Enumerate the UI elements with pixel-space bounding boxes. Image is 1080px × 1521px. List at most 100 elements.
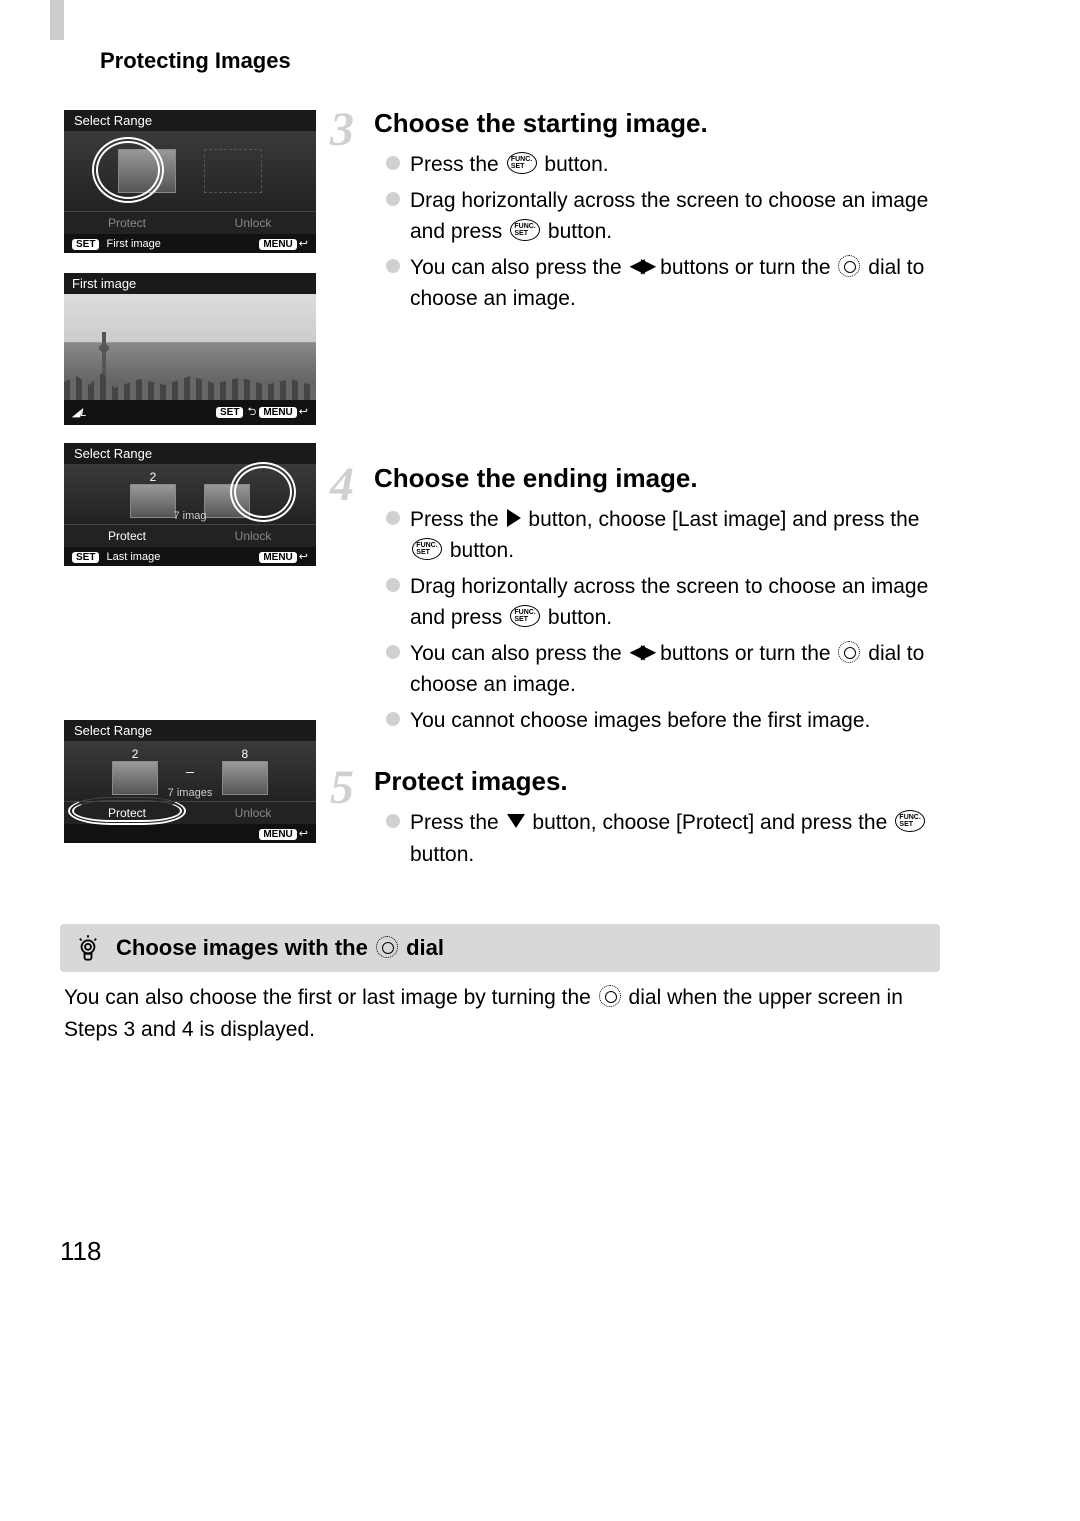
tower-silhouette [102, 332, 106, 378]
lcd-select-range-first: Select Range Protect Unlock SET First im… [64, 110, 316, 253]
set-badge: SET [72, 239, 99, 250]
count-label: 2 [132, 747, 139, 761]
step-number: 4 [330, 457, 354, 512]
highlight-circle-inner [96, 141, 160, 199]
set-badge: SET [72, 552, 99, 563]
text: button. [548, 606, 612, 629]
lcd-footer: MENU↩ [64, 824, 316, 843]
lightbulb-icon [74, 934, 102, 962]
instruction-column: 3 Choose the starting image. Press the F… [330, 108, 950, 900]
text: buttons or turn the [660, 642, 836, 665]
lcd-body: 2 7 imag [64, 464, 316, 524]
action-protect: Protect [64, 211, 190, 234]
lcd-select-range-last: Select Range 2 7 imag Protect Unlock SET… [64, 443, 316, 566]
thumbnail [130, 484, 176, 518]
action-protect: Protect [64, 524, 190, 547]
bullet: Press the button, choose [Last image] an… [386, 504, 950, 567]
left-right-arrows-icon: ◀▶ [630, 251, 653, 281]
menu-badge: MENU [259, 239, 296, 250]
lcd-footer: SET First image MENU↩ [64, 234, 316, 253]
down-arrow-icon [507, 814, 525, 828]
lcd-title: Select Range [64, 720, 316, 741]
text: button. [548, 220, 612, 243]
highlight-oval-inner [72, 800, 182, 822]
text: dial [406, 935, 444, 960]
control-dial-icon [599, 985, 621, 1007]
thumbnail [222, 761, 268, 795]
bullet: Press the button, choose [Protect] and p… [386, 807, 950, 870]
tip-title: Choose images with the dial [116, 935, 444, 961]
menu-badge: MENU [259, 829, 296, 840]
text: You can also press the [410, 642, 628, 665]
lcd-title: Select Range [64, 443, 316, 464]
lcd-footer: ◢L SET⮌ MENU↩ [64, 400, 316, 425]
footer-right: MENU↩ [259, 550, 308, 563]
text: Choose images with the [116, 935, 374, 960]
text: button, choose [Protect] and press the [532, 811, 893, 834]
bullet: Drag horizontally across the screen to c… [386, 185, 950, 248]
page-number: 118 [60, 1236, 101, 1267]
text: Drag horizontally across the screen to c… [410, 189, 928, 244]
text: You can also choose the first or last im… [64, 986, 597, 1009]
skyline-silhouette [64, 370, 316, 400]
page-edge-tab [50, 0, 64, 40]
lcd-title: First image [64, 273, 316, 294]
footer-left-text: First image [107, 238, 161, 250]
text: Press the [410, 508, 505, 531]
count-label: 2 [150, 470, 157, 484]
lcd-footer: SET Last image MENU↩ [64, 547, 316, 566]
control-dial-icon [376, 936, 398, 958]
func-set-icon: FUNC.SET [412, 538, 442, 560]
footer-left: SET First image [72, 238, 161, 250]
bullet: Drag horizontally across the screen to c… [386, 571, 950, 634]
running-header: Protecting Images [100, 48, 291, 74]
action-unlock: Unlock [190, 211, 316, 234]
step-title: Choose the ending image. [374, 463, 950, 494]
step-title: Choose the starting image. [374, 108, 950, 139]
text: button. [544, 153, 608, 176]
bullet: Press the FUNC.SET button. [386, 149, 950, 181]
text: button. [410, 843, 474, 866]
preview-image [64, 294, 316, 400]
footer-left: SET Last image [72, 551, 160, 563]
step-4: 4 Choose the ending image. Press the but… [330, 463, 950, 737]
step-3: 3 Choose the starting image. Press the F… [330, 108, 950, 315]
footer-right: SET⮌ MENU↩ [216, 403, 308, 422]
control-dial-icon [838, 641, 860, 663]
footer-right: MENU↩ [259, 237, 308, 250]
set-badge: SET [216, 407, 243, 418]
count-label: 8 [242, 747, 249, 761]
text: You cannot choose images before the firs… [410, 709, 870, 732]
text: button, choose [Last image] and press th… [528, 508, 919, 531]
bullet: You cannot choose images before the firs… [386, 705, 950, 737]
func-set-icon: FUNC.SET [507, 152, 537, 174]
bullet: You can also press the ◀▶ buttons or tur… [386, 252, 950, 315]
func-set-icon: FUNC.SET [895, 810, 925, 832]
text: Press the [410, 153, 505, 176]
lcd-first-image-preview: First image ◢L SET⮌ MENU↩ [64, 273, 316, 423]
footer-left-text: Last image [107, 551, 161, 563]
text: Press the [410, 811, 505, 834]
lcd-action-row: Protect Unlock [64, 211, 316, 234]
action-unlock: Unlock [190, 524, 316, 547]
footer-right: MENU↩ [259, 827, 308, 840]
left-right-arrows-icon: ◀▶ [630, 637, 653, 667]
right-arrow-icon [507, 509, 521, 527]
text: button. [450, 539, 514, 562]
lcd-body [64, 131, 316, 211]
lcd-protect-images: Select Range 2 – 8 7 images Protect Unlo… [64, 720, 316, 843]
action-unlock: Unlock [190, 801, 316, 824]
lcd-title: Select Range [64, 110, 316, 131]
func-set-icon: FUNC.SET [510, 605, 540, 627]
mid-count-text: 7 images [168, 787, 213, 799]
lcd-body: 2 – 8 7 images [64, 741, 316, 801]
step-number: 5 [330, 760, 354, 815]
text: Drag horizontally across the screen to c… [410, 575, 928, 630]
footer-left-icon: ◢L [72, 406, 87, 419]
step-title: Protect images. [374, 766, 950, 797]
tip-header: Choose images with the dial [60, 924, 940, 972]
control-dial-icon [838, 255, 860, 277]
tip-body: You can also choose the first or last im… [60, 972, 940, 1055]
menu-badge: MENU [259, 552, 296, 563]
lcd-action-row: Protect Unlock [64, 801, 316, 824]
